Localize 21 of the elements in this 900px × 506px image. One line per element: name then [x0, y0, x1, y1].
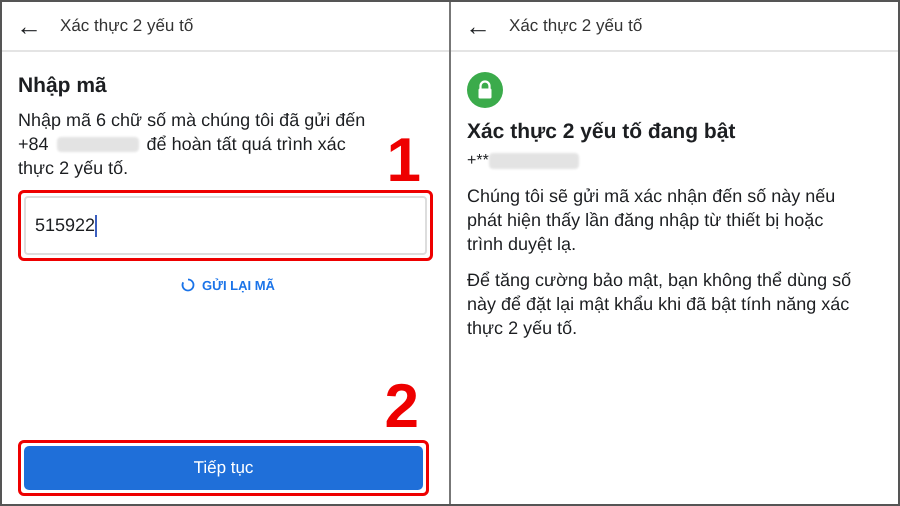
step-number: 1 — [386, 130, 421, 192]
phone-number: +** — [467, 152, 489, 170]
resend-code-link[interactable]: GỬI LẠI MÃ — [202, 278, 275, 292]
step-number: 2 — [384, 376, 419, 438]
lock-icon — [467, 72, 503, 108]
heading: Xác thực 2 yếu tố đang bật — [467, 120, 736, 144]
instruction-text: để hoàn tất quá trình xác — [146, 133, 346, 156]
code-field[interactable]: 515922 — [24, 196, 427, 255]
phone-prefix: +84 — [18, 133, 49, 156]
screen-title: Xác thực 2 yếu tố — [60, 16, 194, 36]
info-text: Chúng tôi sẽ gửi mã xác nhận đến số này nếu phát hiện thấy lần đăng nhập từ thiết bị hoặc trình duyệt lạ. — [467, 185, 836, 256]
continue-button[interactable]: Tiếp tục — [24, 446, 423, 490]
back-button[interactable]: ← — [465, 13, 491, 39]
refresh-icon — [180, 277, 196, 293]
screen-title: Xác thực 2 yếu tố — [509, 16, 642, 36]
text-cursor — [95, 214, 98, 236]
instruction-text: thực 2 yếu tố. — [18, 157, 128, 180]
instruction-text: Nhập mã 6 chữ số mà chúng tôi đã gửi đến — [18, 109, 366, 132]
heading: Nhập mã — [18, 74, 108, 98]
info-text: Để tăng cường bảo mật, bạn không thể dùng số này để đặt lại mật khẩu khi đã bật tính năng xác thực 2 yếu tố. — [467, 269, 852, 340]
back-button[interactable]: ← — [16, 13, 42, 39]
